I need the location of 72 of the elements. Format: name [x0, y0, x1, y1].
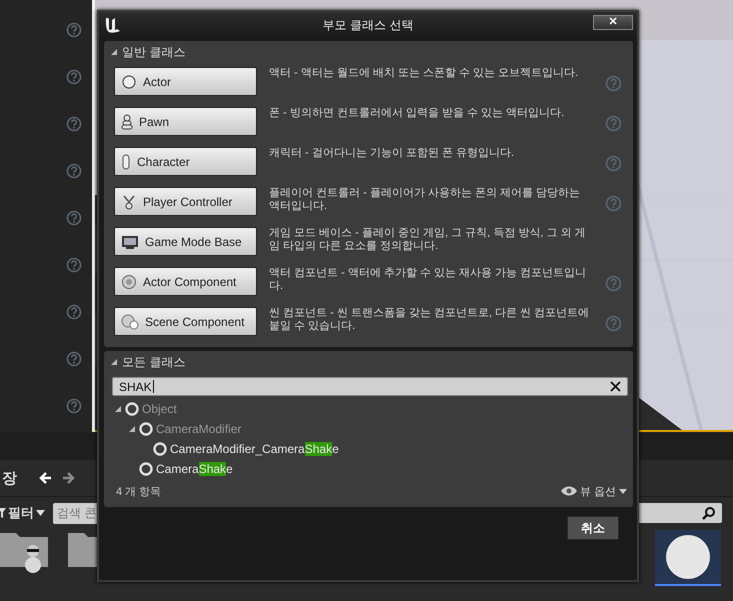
class-icon [138, 421, 154, 437]
cancel-button[interactable]: 취소 [567, 516, 619, 540]
help-icon[interactable] [66, 351, 82, 367]
help-icon[interactable] [605, 275, 622, 292]
class-name: CameraShake [156, 462, 233, 476]
clear-icon[interactable] [610, 381, 621, 392]
expanded-arrow-icon[interactable] [114, 405, 122, 413]
monitor-icon [121, 234, 139, 250]
tree-item[interactable]: Object [104, 399, 633, 419]
search-field[interactable] [636, 503, 722, 523]
class-description: 캐릭터 - 걸어다니는 기능이 포함된 폰 유형입니다. [269, 147, 516, 160]
class-button[interactable]: Character [114, 147, 257, 176]
search-field[interactable]: SHAK [112, 377, 628, 396]
class-icon [152, 441, 168, 457]
save-label[interactable]: 장 [2, 468, 17, 488]
caret-icon [36, 510, 45, 516]
help-icon[interactable] [66, 22, 82, 38]
tree-item[interactable]: CameraModifier [104, 419, 633, 439]
help-icon[interactable] [66, 163, 82, 179]
help-icon[interactable] [66, 398, 82, 414]
class-button[interactable]: Player Controller [114, 187, 257, 216]
close-button[interactable]: ✕ [593, 15, 633, 30]
class-name: CameraModifier_CameraShake [170, 442, 339, 456]
class-name: CameraModifier [156, 422, 242, 436]
class-button[interactable]: Actor Component [114, 267, 257, 296]
help-icon[interactable] [605, 115, 622, 132]
help-icon[interactable] [66, 257, 82, 273]
view-options-button[interactable]: 뷰 옵션 [560, 484, 627, 498]
sphere-icon [121, 74, 137, 90]
help-icon[interactable] [66, 304, 82, 320]
class-description: 폰 - 빙의하면 컨트롤러에서 입력을 받을 수 있는 액터입니다. [269, 107, 566, 120]
help-icon[interactable] [66, 69, 82, 85]
dialog-title: 부모 클래스 선택 [322, 16, 414, 34]
tree-item[interactable]: CameraModifier_CameraShake [104, 439, 633, 459]
caret-icon [619, 488, 627, 494]
search-icon [702, 506, 716, 520]
class-description: 플레이어 컨트롤러 - 플레이어가 사용하는 폰의 제어를 담당하는 액터입니다. [269, 187, 582, 213]
expanded-arrow-icon[interactable] [128, 425, 136, 433]
back-arrow-icon[interactable] [39, 471, 53, 485]
help-icon[interactable] [605, 195, 622, 212]
pawn-icon [121, 114, 133, 130]
class-button[interactable]: Scene Component [114, 307, 257, 336]
class-button[interactable]: Pawn [114, 107, 257, 136]
funnel-icon [0, 508, 6, 518]
class-description: 액터 컴포넌트 - 액터에 추가할 수 있는 재사용 가능 컴포넌트입니다. [269, 267, 588, 293]
gear-sphere-icon [121, 274, 137, 290]
section-title[interactable]: 일반 클래스 [122, 44, 186, 60]
class-button[interactable]: Game Mode Base [114, 227, 257, 256]
class-icon [138, 461, 154, 477]
help-icon[interactable] [66, 116, 82, 132]
help-icon[interactable] [66, 210, 82, 226]
class-icon [124, 401, 140, 417]
section-title[interactable]: 모든 클래스 [122, 354, 186, 370]
sphere-thumbnail[interactable] [655, 530, 721, 586]
item-count: 4 개 항목 [116, 484, 162, 498]
forward-arrow-icon[interactable] [61, 471, 75, 485]
class-name: Object [142, 402, 177, 416]
class-description: 액터 - 액터는 월드에 배치 또는 스폰할 수 있는 오브젝트입니다. [269, 67, 580, 80]
class-description: 씬 컴포넌트 - 씬 트랜스폼을 갖는 컴포넌트로, 다른 씬 컴포넌트에 붙일 수 있습니다. [269, 307, 590, 333]
expanded-arrow-icon[interactable] [110, 358, 118, 366]
spheres-icon [121, 314, 139, 330]
capsule-icon [121, 154, 131, 170]
class-description: 게임 모드 베이스 - 플레이 중인 게임, 그 규칙, 득점 방식, 그 외 게임 타입의 다른 요소를 정의합니다. [269, 227, 587, 253]
help-icon[interactable] [605, 315, 622, 332]
filter-button[interactable]: 필터 [0, 504, 45, 522]
help-icon[interactable] [605, 155, 622, 172]
help-icon[interactable] [605, 75, 622, 92]
expanded-arrow-icon[interactable] [110, 48, 118, 56]
class-button[interactable]: Actor [114, 67, 257, 96]
joystick-icon [121, 194, 137, 210]
tree-item[interactable]: CameraShake [104, 459, 633, 479]
eye-icon [560, 486, 577, 496]
